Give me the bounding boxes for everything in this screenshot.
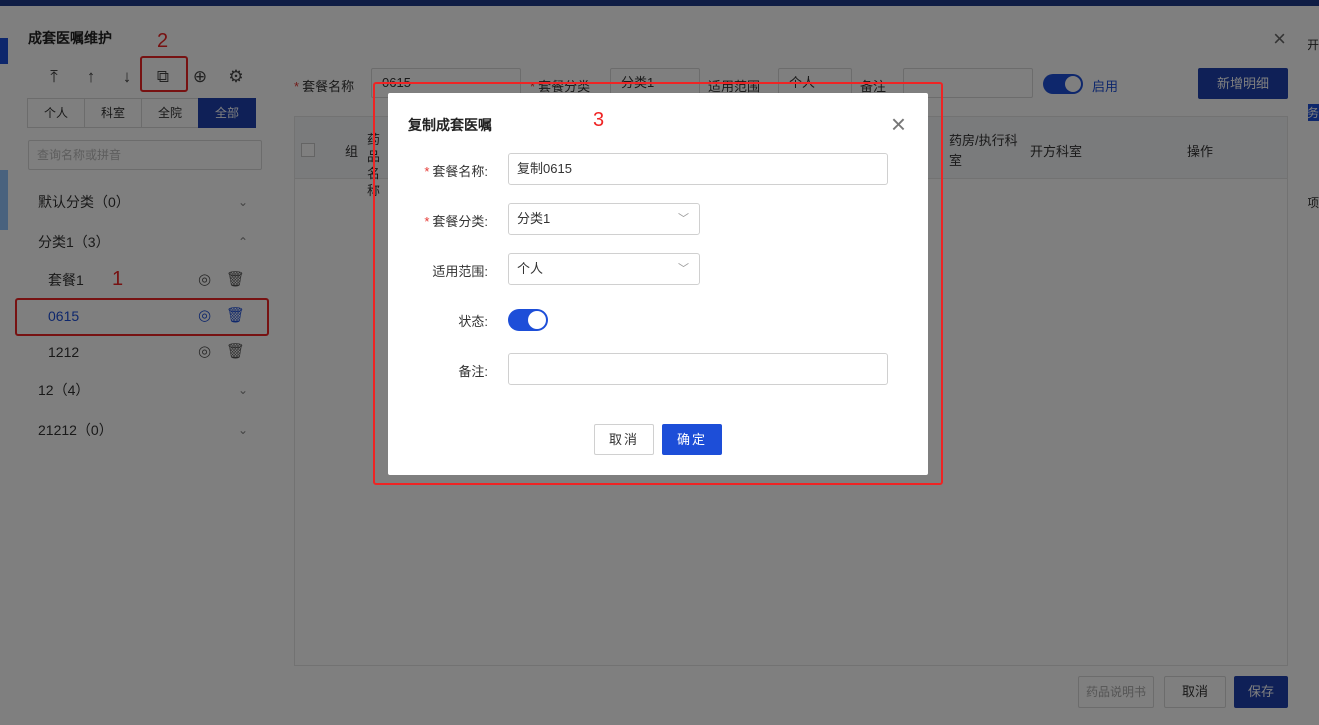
name-label: * 套餐名称: (424, 164, 488, 179)
chevron-down-icon: ﹀ (678, 213, 689, 225)
status-toggle[interactable] (508, 309, 548, 331)
confirm-button[interactable]: 确定 (662, 424, 722, 455)
chevron-down-icon: ﹀ (678, 263, 689, 275)
copy-order-set-modal: 复制成套医嘱 3 × * 套餐名称: 复制0615 * 套餐分类: 分类1 ﹀ 适用… (388, 93, 928, 475)
category-label: * 套餐分类: (424, 214, 488, 229)
status-label: 状态: (458, 314, 488, 329)
modal-title: 复制成套医嘱 (408, 117, 492, 133)
annotation-3: 3 (593, 109, 605, 131)
name-input[interactable]: 复制0615 (508, 153, 888, 185)
remark-input[interactable] (508, 353, 888, 385)
remark-label: 备注: (458, 364, 488, 379)
cancel-button[interactable]: 取消 (594, 424, 654, 455)
scope-select[interactable]: 个人 ﹀ (508, 253, 700, 285)
scope-label: 适用范围: (432, 264, 488, 279)
close-icon[interactable]: × (891, 111, 906, 137)
category-select[interactable]: 分类1 ﹀ (508, 203, 700, 235)
